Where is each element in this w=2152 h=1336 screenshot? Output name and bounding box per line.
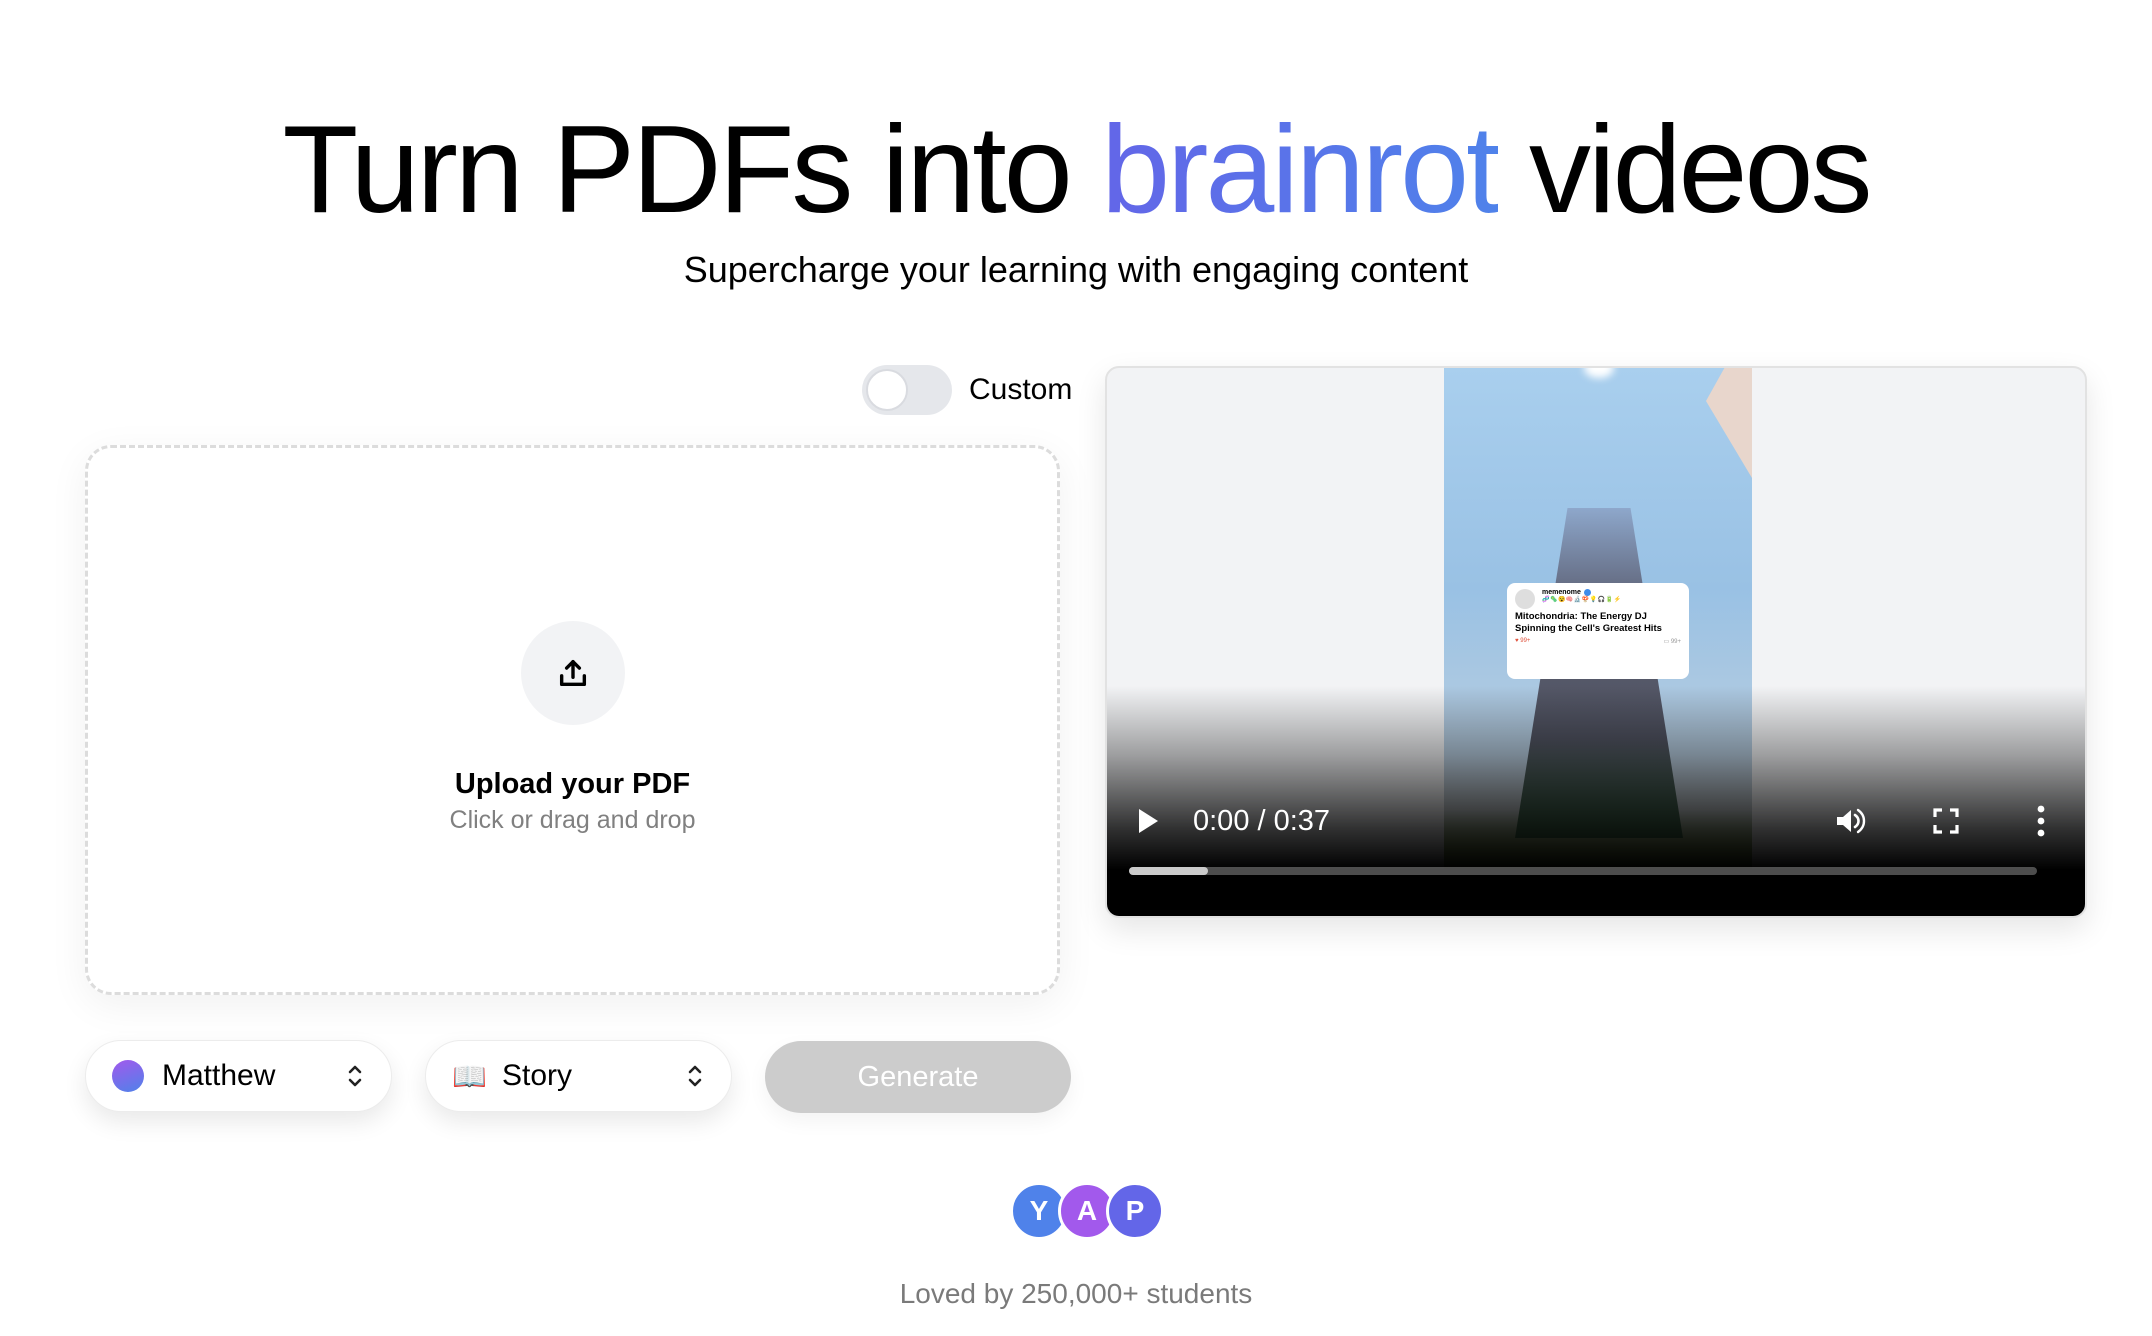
pdf-upload-dropzone[interactable]: Upload your PDF Click or drag and drop (85, 445, 1060, 995)
voice-select[interactable]: Matthew (85, 1040, 392, 1112)
play-icon[interactable] (1137, 808, 1159, 834)
post-username: memenome (1542, 589, 1622, 596)
page-title: Turn PDFs into brainrot videos (0, 100, 2152, 240)
toggle-knob (866, 369, 908, 411)
video-controls-gradient (1107, 686, 2085, 916)
video-time-display: 0:00 / 0:37 (1193, 805, 1331, 837)
example-video-player[interactable]: memenome 🧬🦠😵🧠🔬🍄💡🎧🔋⚡ Mitochondria: The En… (1105, 366, 2087, 918)
upload-icon-circle (520, 621, 625, 725)
page-subtitle: Supercharge your learning with engaging … (683, 249, 1469, 290)
title-accent-word: brainrot (1101, 101, 1500, 239)
custom-toggle-group: Custom (862, 365, 1072, 415)
custom-toggle[interactable] (862, 365, 952, 415)
chevron-up-down-icon (348, 1065, 362, 1087)
upload-title: Upload your PDF (454, 768, 691, 800)
chevron-up-down-icon (688, 1065, 702, 1087)
voice-select-value: Matthew (162, 1059, 276, 1092)
social-proof-text: Loved by 250,000+ students (899, 1278, 1253, 1309)
post-emojis: 🧬🦠😵🧠🔬🍄💡🎧🔋⚡ (1542, 597, 1622, 603)
video-buffered-bar (1129, 867, 1208, 875)
avatar: P (1106, 1182, 1164, 1240)
more-options-icon[interactable] (2037, 805, 2045, 837)
voice-color-dot-icon (112, 1060, 144, 1092)
video-scene-sun (1584, 368, 1614, 378)
book-icon: 📖 (452, 1060, 487, 1092)
video-overlay-post: memenome 🧬🦠😵🧠🔬🍄💡🎧🔋⚡ Mitochondria: The En… (1507, 583, 1689, 679)
style-select[interactable]: 📖 Story (425, 1040, 732, 1112)
upload-icon (559, 659, 586, 687)
style-select-value: Story (502, 1059, 573, 1092)
custom-toggle-label: Custom (969, 373, 1073, 406)
video-scene-block (1706, 368, 1752, 478)
user-avatars: YAP (1010, 1182, 1164, 1242)
title-text-after: videos (1497, 101, 1872, 239)
upload-subtitle: Click or drag and drop (449, 806, 696, 834)
fullscreen-icon[interactable] (1933, 808, 1959, 834)
verified-badge-icon (1583, 589, 1591, 596)
post-title: Mitochondria: The Energy DJ Spinning the… (1515, 611, 1662, 634)
video-progress-bar[interactable] (1129, 867, 2037, 875)
generate-button[interactable]: Generate (765, 1041, 1071, 1113)
title-text-before: Turn PDFs into (282, 101, 1102, 239)
post-comments: ▭ 99+ (1663, 639, 1681, 645)
volume-icon[interactable] (1834, 805, 1866, 837)
post-avatar (1515, 589, 1535, 609)
post-likes: ♥ 99+ (1515, 638, 1531, 644)
